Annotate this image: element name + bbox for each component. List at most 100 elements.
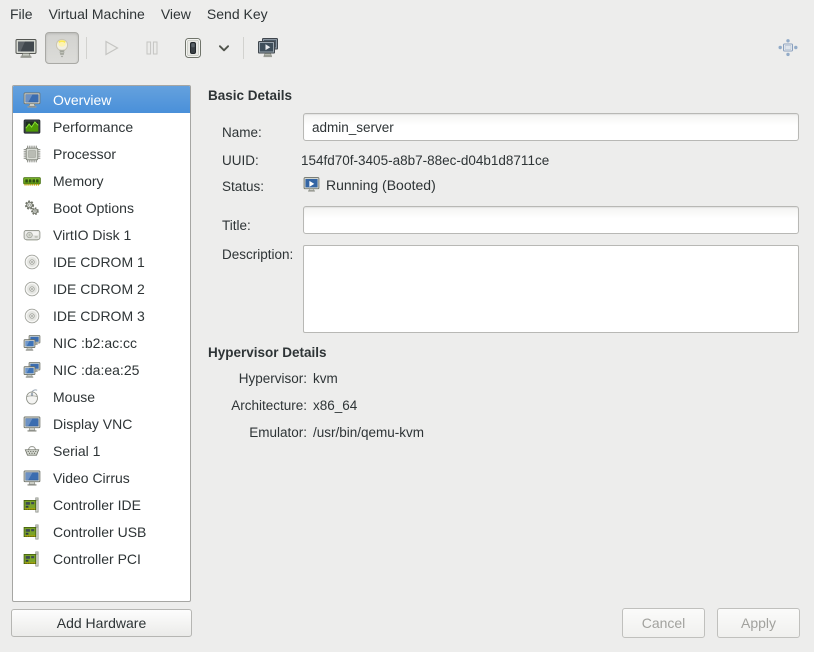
menu-view[interactable]: View: [153, 2, 199, 26]
toolbar: [0, 28, 814, 68]
controller-card-icon: [22, 495, 42, 515]
performance-graph-icon: [22, 117, 42, 137]
sidebar-item-label: Serial 1: [53, 443, 100, 459]
sidebar-item-ide-cdrom-1[interactable]: IDE CDROM 1: [13, 248, 190, 275]
cdrom-icon: [22, 279, 42, 299]
controller-card-icon: [22, 549, 42, 569]
monitor-icon: [22, 468, 42, 488]
sidebar-item-ide-cdrom-3[interactable]: IDE CDROM 3: [13, 302, 190, 329]
sidebar-item-nic-da-ea-25[interactable]: NIC :da:ea:25: [13, 356, 190, 383]
shutdown-switch-icon: [181, 36, 205, 60]
running-monitor-icon: [303, 176, 320, 193]
sidebar-item-boot-options[interactable]: Boot Options: [13, 194, 190, 221]
basic-details-heading: Basic Details: [208, 88, 292, 103]
sidebar-item-processor[interactable]: Processor: [13, 140, 190, 167]
cancel-button[interactable]: Cancel: [622, 608, 705, 638]
sidebar-item-nic-b2-ac-cc[interactable]: NIC :b2:ac:cc: [13, 329, 190, 356]
uuid-value: 154fd70f-3405-a8b7-88ec-d04b1d8711ce: [301, 153, 549, 168]
title-input[interactable]: [303, 206, 799, 234]
hardware-list: Overview Performance Processor Memory Bo…: [12, 85, 191, 602]
sidebar-item-label: Overview: [53, 92, 111, 108]
add-hardware-button[interactable]: Add Hardware: [11, 609, 192, 637]
sidebar-item-label: Controller IDE: [53, 497, 141, 513]
sidebar-item-label: Mouse: [53, 389, 95, 405]
status-row: Running (Booted): [303, 176, 436, 193]
sidebar-item-video-cirrus[interactable]: Video Cirrus: [13, 464, 190, 491]
sidebar-item-label: Controller PCI: [53, 551, 141, 567]
play-icon: [99, 36, 123, 60]
network-monitors-icon: [22, 333, 42, 353]
details-lightbulb-icon: [50, 36, 74, 60]
details-panel: Basic Details Name: UUID: 154fd70f-3405-…: [207, 85, 799, 652]
sidebar-item-performance[interactable]: Performance: [13, 113, 190, 140]
shutdown-button[interactable]: [176, 32, 210, 64]
menu-file[interactable]: File: [2, 2, 41, 26]
architecture-value: x86_64: [313, 398, 357, 413]
sidebar-item-mouse[interactable]: Mouse: [13, 383, 190, 410]
sidebar-item-controller-pci[interactable]: Controller PCI: [13, 545, 190, 572]
network-monitors-icon: [22, 360, 42, 380]
gears-icon: [22, 198, 42, 218]
toolbar-separator: [243, 37, 244, 59]
menu-send-key[interactable]: Send Key: [199, 2, 276, 26]
menubar: File Virtual Machine View Send Key: [0, 0, 814, 28]
name-label: Name:: [222, 119, 262, 147]
cpu-chip-icon: [22, 144, 42, 164]
controller-card-icon: [22, 522, 42, 542]
sidebar-item-label: Processor: [53, 146, 116, 162]
launch-console-window-button[interactable]: [251, 32, 285, 64]
memory-stick-icon: [22, 171, 42, 191]
sidebar-item-label: Memory: [53, 173, 104, 189]
sidebar-item-label: Video Cirrus: [53, 470, 130, 486]
sidebar-item-display-vnc[interactable]: Display VNC: [13, 410, 190, 437]
toolbar-separator: [86, 37, 87, 59]
fullscreen-icon: [776, 36, 800, 60]
menu-virtual-machine[interactable]: Virtual Machine: [41, 2, 153, 26]
sidebar-item-label: Display VNC: [53, 416, 132, 432]
sidebar-item-label: NIC :da:ea:25: [53, 362, 139, 378]
monitor-icon: [22, 90, 42, 110]
show-hardware-details-button[interactable]: [45, 32, 79, 64]
sidebar-item-label: IDE CDROM 2: [53, 281, 145, 297]
name-input[interactable]: [303, 113, 799, 141]
hypervisor-label: Hypervisor:: [217, 371, 307, 386]
sidebar-item-label: IDE CDROM 1: [53, 254, 145, 270]
emulator-label: Emulator:: [217, 425, 307, 440]
apply-button[interactable]: Apply: [717, 608, 800, 638]
status-value: Running (Booted): [326, 177, 436, 193]
chevron-down-icon: [213, 36, 235, 60]
description-label: Description:: [222, 247, 293, 262]
monitor-icon: [22, 414, 42, 434]
sidebar-item-controller-usb[interactable]: Controller USB: [13, 518, 190, 545]
sidebar-item-ide-cdrom-2[interactable]: IDE CDROM 2: [13, 275, 190, 302]
uuid-label: UUID:: [222, 153, 259, 168]
emulator-value: /usr/bin/qemu-kvm: [313, 425, 424, 440]
sidebar-item-label: VirtIO Disk 1: [53, 227, 131, 243]
sidebar-item-controller-ide[interactable]: Controller IDE: [13, 491, 190, 518]
show-graphical-console-button[interactable]: [9, 32, 43, 64]
disk-icon: [22, 225, 42, 245]
sidebar-item-label: Controller USB: [53, 524, 146, 540]
mouse-icon: [22, 387, 42, 407]
cdrom-icon: [22, 252, 42, 272]
sidebar-item-label: Performance: [53, 119, 133, 135]
pause-icon: [140, 36, 164, 60]
sidebar-item-memory[interactable]: Memory: [13, 167, 190, 194]
fullscreen-button[interactable]: [771, 32, 805, 64]
sidebar-item-label: Boot Options: [53, 200, 134, 216]
console-monitor-icon: [14, 36, 38, 60]
serial-port-icon: [22, 441, 42, 461]
console-play-icon: [256, 36, 280, 60]
sidebar-item-serial-1[interactable]: Serial 1: [13, 437, 190, 464]
description-input[interactable]: [303, 245, 799, 333]
hypervisor-details-heading: Hypervisor Details: [208, 345, 327, 360]
pause-button[interactable]: [135, 32, 169, 64]
title-label: Title:: [222, 212, 251, 240]
run-button[interactable]: [94, 32, 128, 64]
shutdown-menu-button[interactable]: [212, 32, 236, 64]
status-label: Status:: [222, 179, 264, 194]
sidebar-item-overview[interactable]: Overview: [13, 86, 190, 113]
sidebar-item-virtio-disk-1[interactable]: VirtIO Disk 1: [13, 221, 190, 248]
architecture-label: Architecture:: [217, 398, 307, 413]
sidebar-item-label: IDE CDROM 3: [53, 308, 145, 324]
